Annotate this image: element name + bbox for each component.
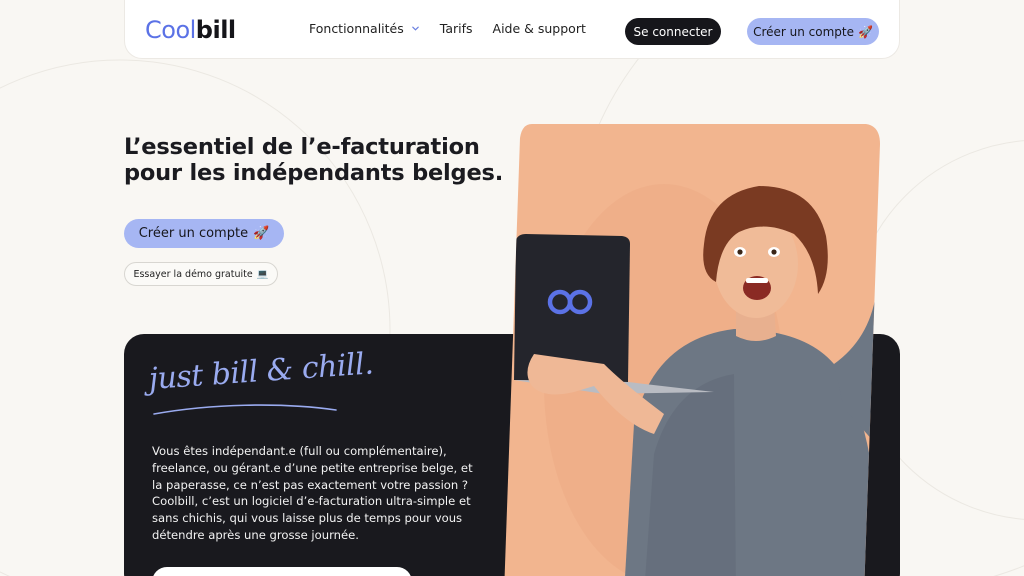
rocket-icon: 🚀 [857,24,873,39]
create-account-label: Créer un compte [753,24,854,39]
try-demo-button[interactable]: Essayer la démo gratuite 💻 [124,262,278,286]
hero-title-line2: pour les indépendants belges. [124,160,504,186]
chevron-down-icon [411,26,419,31]
login-button[interactable]: Se connecter [625,18,721,45]
nav-item-aide-support[interactable]: Aide & support [493,21,586,36]
nav-item-fonctionnalites[interactable]: Fonctionnalités [309,21,420,36]
logo-cool-part: Cool [145,16,196,44]
create-account-label: Créer un compte [138,226,249,241]
top-navbar: Coolbill Fonctionnalités Tarifs Aide & s… [124,0,900,59]
intro-description: Vous êtes indépendant.e (full ou complém… [152,444,473,542]
email-signup-field[interactable] [152,567,412,576]
hero-title-line1: L’essentiel de l’e-facturation [124,134,480,160]
create-account-nav-button[interactable]: Créer un compte 🚀 [747,18,879,45]
try-demo-label: Essayer la démo gratuite [133,268,253,280]
tagline-underline [153,404,337,415]
laptop-icon: 💻 [256,268,269,280]
hero-photo-woman-with-laptop [504,124,880,576]
nav-item-tarifs[interactable]: Tarifs [440,21,473,36]
main-nav: Fonctionnalités Tarifs Aide & support [309,21,586,36]
login-button-label: Se connecter [633,24,713,39]
hero-title: L’essentiel de l’e-facturation pour les … [124,134,504,186]
create-account-hero-button[interactable]: Créer un compte 🚀 [124,219,284,248]
rocket-icon: 🚀 [253,226,270,241]
logo-bill-part: bill [195,16,236,44]
nav-item-label: Tarifs [439,21,473,36]
nav-item-label: Aide & support [492,21,586,36]
coolbill-logo[interactable]: Coolbill [145,15,236,45]
nav-item-label: Fonctionnalités [309,21,404,36]
